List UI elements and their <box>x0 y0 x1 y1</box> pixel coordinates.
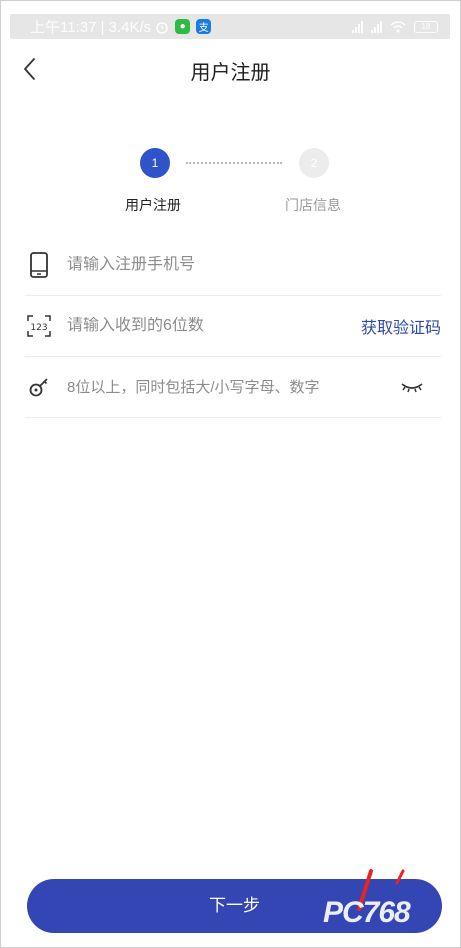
step-2-indicator: 2 <box>299 148 329 178</box>
alipay-icon: 支 <box>196 19 212 34</box>
key-icon <box>27 375 51 399</box>
page-title: 用户注册 <box>190 62 271 84</box>
watermark-logo: PC768 <box>323 896 411 929</box>
wechat-icon: ● <box>175 19 191 34</box>
alarm-icon <box>156 21 168 34</box>
phone-icon <box>27 252 51 278</box>
status-right: 18 <box>352 20 438 33</box>
step-1-indicator: 1 <box>140 148 170 178</box>
eye-closed-icon[interactable] <box>399 379 425 395</box>
code-input[interactable] <box>67 317 361 335</box>
phone-input[interactable] <box>67 256 441 274</box>
step-1-label: 用户注册 <box>125 197 181 213</box>
battery-icon: 18 <box>414 20 438 33</box>
signal-icon <box>371 20 382 33</box>
password-input[interactable] <box>67 378 399 396</box>
signal-icon <box>352 20 363 33</box>
status-left: 上午11:37 | 3.4K/s ● 支 <box>30 16 212 37</box>
status-bar: 上午11:37 | 3.4K/s ● 支 18 <box>10 14 450 39</box>
get-code-button[interactable]: 获取验证码 <box>361 314 441 338</box>
code-123-icon: 123 <box>27 314 51 338</box>
phone-screen: 上午11:37 | 3.4K/s ● 支 18 用户注册 1 2 用户注册 门店… <box>0 0 461 948</box>
step-connector <box>186 162 282 164</box>
password-row <box>25 357 441 418</box>
status-time-speed: 上午11:37 | 3.4K/s <box>30 19 152 36</box>
phone-row <box>25 235 441 296</box>
step-2-label: 门店信息 <box>285 197 341 213</box>
svg-text:123: 123 <box>30 323 47 333</box>
wifi-icon <box>390 20 406 32</box>
code-row: 123 获取验证码 <box>25 296 441 357</box>
